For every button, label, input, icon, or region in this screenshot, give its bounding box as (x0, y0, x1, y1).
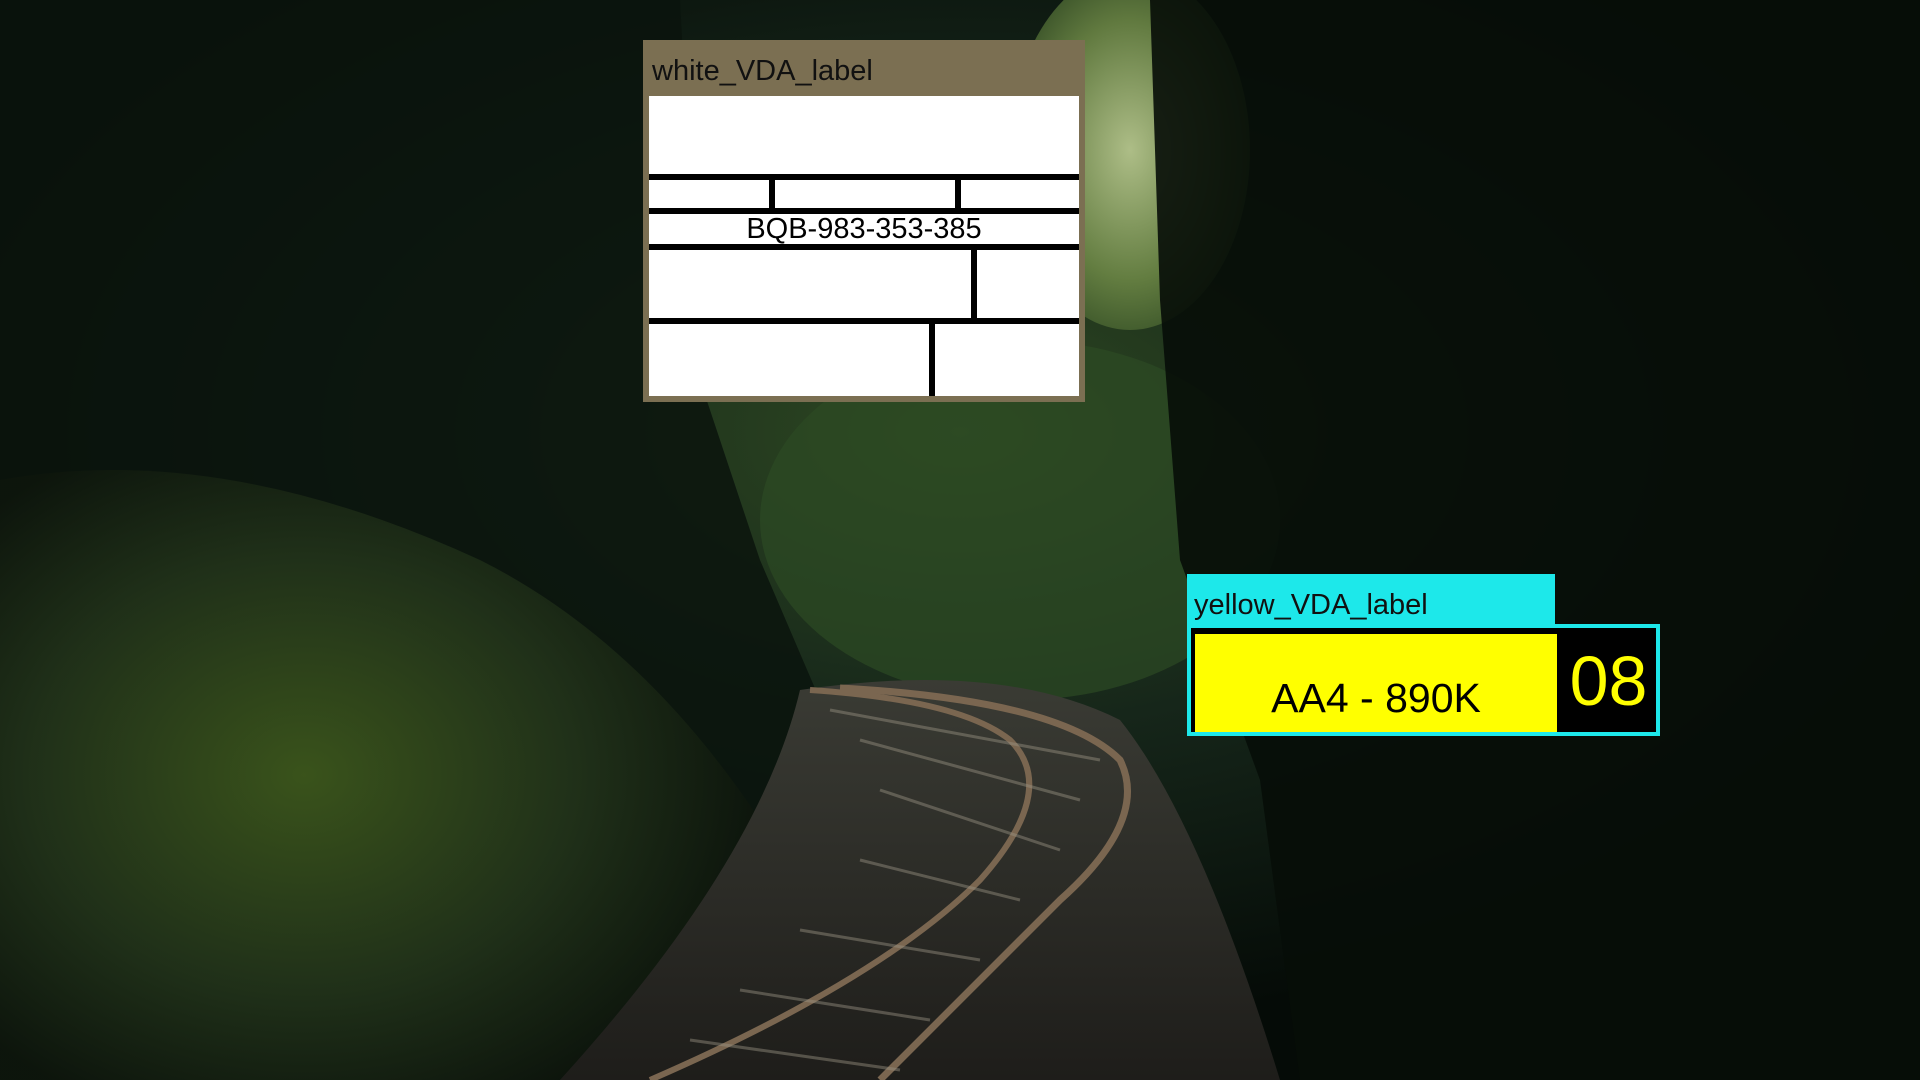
yellow-vda-label-box[interactable]: AA4 - 890K 08 (1187, 624, 1660, 736)
white-vda-label-box[interactable]: white_VDA_label BQB-983-353-385 (643, 40, 1085, 402)
label-code: BQB-983-353-385 (649, 213, 1079, 245)
label-cell-row2-b (775, 180, 955, 208)
yellow-label-number: 08 (1569, 642, 1648, 720)
label-cell-row5-a (649, 324, 929, 396)
label-cell-row2-c (961, 180, 1079, 208)
yellow-label-text: AA4 - 890K (1195, 634, 1557, 732)
white-vda-label: BQB-983-353-385 (649, 96, 1079, 396)
label-cell-top (649, 96, 1079, 174)
yellow-vda-label-title: yellow_VDA_label (1187, 574, 1555, 626)
label-cell-row2-a (649, 180, 769, 208)
label-cell-row4-a (649, 250, 971, 318)
label-cell-row4-b (977, 250, 1079, 318)
label-cell-row5-b (935, 324, 1079, 396)
white-vda-label-title: white_VDA_label (646, 43, 1082, 93)
